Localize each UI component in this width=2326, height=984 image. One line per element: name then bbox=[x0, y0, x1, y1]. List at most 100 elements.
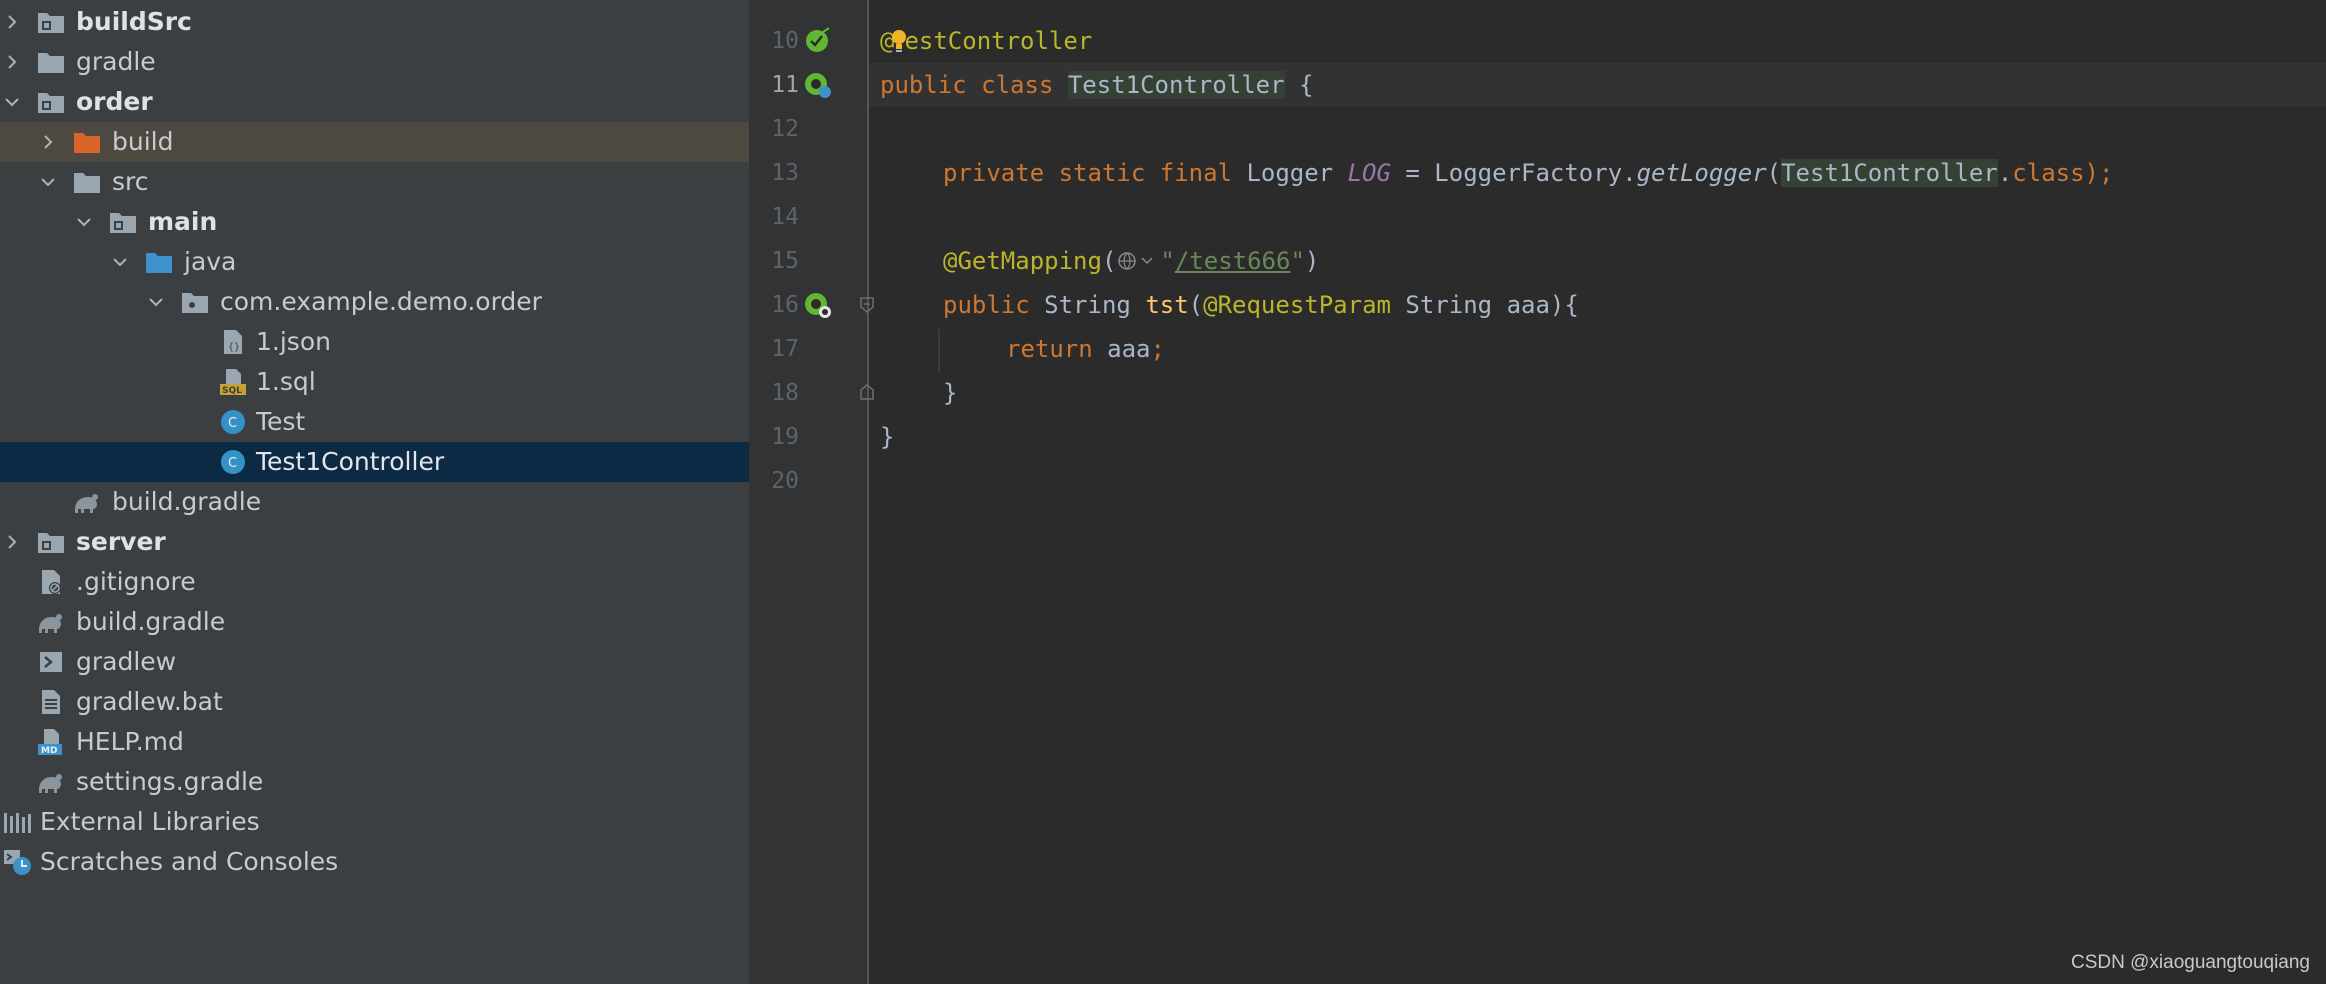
tree-item-1-json[interactable]: {} 1.json bbox=[0, 322, 749, 362]
tree-item-external-libraries[interactable]: External Libraries bbox=[0, 802, 749, 842]
tree-item-root-build-gradle[interactable]: build.gradle bbox=[0, 602, 749, 642]
tree-item-java[interactable]: java bbox=[0, 242, 749, 282]
tree-item-label: order bbox=[76, 87, 153, 116]
source-folder-icon bbox=[146, 253, 172, 273]
tree-item-label: Scratches and Consoles bbox=[40, 847, 339, 876]
request-mapping-icon[interactable] bbox=[803, 290, 833, 320]
svg-text:SQL: SQL bbox=[222, 386, 242, 396]
chevron-right-icon[interactable] bbox=[4, 534, 20, 550]
tree-item-label: server bbox=[76, 527, 166, 556]
tree-item-package[interactable]: com.example.demo.order bbox=[0, 282, 749, 322]
code-token: getLogger bbox=[1636, 159, 1767, 187]
code-token: public bbox=[943, 291, 1045, 319]
code-line-15[interactable]: @GetMapping("/test666") bbox=[943, 239, 1319, 283]
line-number: 10 bbox=[771, 28, 799, 54]
package-icon bbox=[182, 293, 208, 313]
tree-item-main[interactable]: main bbox=[0, 202, 749, 242]
markdown-file-icon: MD bbox=[38, 729, 62, 756]
svg-text:C: C bbox=[228, 456, 237, 471]
code-line-16[interactable]: public String tst(@RequestParam String a… bbox=[943, 283, 1579, 327]
code-token: ; bbox=[1150, 335, 1165, 363]
spring-web-icon[interactable] bbox=[803, 70, 833, 100]
tree-item-buildsrc[interactable]: buildSrc bbox=[0, 2, 749, 42]
text-file-icon bbox=[42, 690, 60, 714]
tree-item-src[interactable]: src bbox=[0, 162, 749, 202]
code-token: " bbox=[1160, 247, 1175, 275]
fold-end-icon[interactable] bbox=[860, 384, 874, 400]
tree-item-1-sql[interactable]: SQL 1.sql bbox=[0, 362, 749, 402]
intention-bulb-icon[interactable] bbox=[890, 28, 908, 54]
tree-item-label: Test bbox=[256, 407, 306, 436]
tree-item-label: build.gradle bbox=[112, 487, 262, 516]
tree-item-label: gradlew.bat bbox=[76, 687, 223, 716]
line-number: 13 bbox=[771, 160, 799, 186]
code-token: Logger bbox=[1246, 159, 1348, 187]
tree-item-label: 1.sql bbox=[256, 367, 316, 396]
gradle-icon bbox=[39, 614, 62, 633]
tree-item-scratches-and-consoles[interactable]: Scratches and Consoles bbox=[0, 842, 749, 882]
tree-item-order[interactable]: order bbox=[0, 82, 749, 122]
spring-bean-icon[interactable] bbox=[803, 26, 833, 56]
tree-item-label: build bbox=[112, 127, 174, 156]
module-folder-icon bbox=[38, 13, 64, 33]
tree-item-server[interactable]: server bbox=[0, 522, 749, 562]
tree-item-test[interactable]: C Test bbox=[0, 402, 749, 442]
module-folder-icon bbox=[38, 533, 64, 553]
chevron-right-icon[interactable] bbox=[4, 54, 20, 70]
code-token: ( bbox=[1188, 291, 1204, 319]
chevron-down-icon[interactable] bbox=[4, 94, 20, 110]
tree-item-settings-gradle[interactable]: settings.gradle bbox=[0, 762, 749, 802]
code-line-17[interactable]: return aaa; bbox=[1006, 327, 1165, 371]
chevron-right-icon[interactable] bbox=[4, 14, 20, 30]
code-token: return bbox=[1006, 335, 1108, 363]
code-token: ( bbox=[1766, 159, 1782, 187]
code-token: ) bbox=[1304, 247, 1320, 275]
tree-item-help-md[interactable]: MD HELP.md bbox=[0, 722, 749, 762]
code-token: @RequestParam bbox=[1203, 291, 1391, 319]
code-token: Test1Controller bbox=[1781, 159, 1998, 187]
tree-item-gradlew[interactable]: gradlew bbox=[0, 642, 749, 682]
fold-start-icon[interactable] bbox=[860, 297, 874, 313]
json-file-icon: {} bbox=[224, 330, 242, 354]
tree-item-build-folder[interactable]: build bbox=[0, 122, 749, 162]
chevron-right-icon[interactable] bbox=[40, 134, 56, 150]
indent-guide bbox=[938, 329, 940, 373]
tree-item-label: build.gradle bbox=[76, 607, 226, 636]
tree-item-gitignore[interactable]: .gitignore bbox=[0, 562, 749, 602]
folder-icon bbox=[38, 53, 64, 73]
chevron-down-icon[interactable] bbox=[76, 214, 92, 230]
code-line-11[interactable]: public class Test1Controller { bbox=[880, 63, 1314, 107]
code-line-10[interactable]: @ estController bbox=[880, 19, 1092, 63]
tree-item-label: gradlew bbox=[76, 647, 177, 676]
tree-item-label: HELP.md bbox=[76, 727, 184, 756]
code-line-19[interactable]: } bbox=[880, 415, 894, 459]
module-folder-icon bbox=[110, 213, 136, 233]
code-token: String aaa){ bbox=[1390, 291, 1579, 319]
code-line-18[interactable]: } bbox=[943, 371, 957, 415]
code-token: ); bbox=[2084, 159, 2114, 187]
line-number: 11 bbox=[771, 72, 799, 98]
line-number: 17 bbox=[771, 336, 799, 362]
tree-item-order-build-gradle[interactable]: build.gradle bbox=[0, 482, 749, 522]
code-token: aaa bbox=[1107, 335, 1151, 363]
chevron-down-icon[interactable] bbox=[40, 174, 56, 190]
class-icon: C bbox=[221, 410, 245, 434]
code-token: @GetMapping bbox=[943, 247, 1102, 275]
tree-item-test1controller[interactable]: C Test1Controller bbox=[0, 442, 749, 482]
class-icon: C bbox=[221, 450, 245, 474]
tree-item-gradle-folder[interactable]: gradle bbox=[0, 42, 749, 82]
line-number: 18 bbox=[771, 380, 799, 406]
code-token: tst bbox=[1145, 291, 1189, 319]
code-line-13[interactable]: private static final Logger LOG = Logger… bbox=[943, 151, 2113, 195]
url-path-link[interactable]: /test666 bbox=[1175, 247, 1291, 275]
code-token: class bbox=[2012, 159, 2085, 187]
code-editor[interactable] bbox=[869, 0, 2326, 984]
chevron-down-icon[interactable] bbox=[112, 254, 128, 270]
globe-dropdown-icon[interactable] bbox=[1116, 250, 1160, 272]
chevron-down-icon[interactable] bbox=[148, 294, 164, 310]
tree-item-label: .gitignore bbox=[76, 567, 196, 596]
sql-file-icon: SQL bbox=[220, 369, 246, 396]
svg-text:{}: {} bbox=[228, 342, 240, 353]
line-number: 20 bbox=[771, 468, 799, 494]
tree-item-gradlew-bat[interactable]: gradlew.bat bbox=[0, 682, 749, 722]
